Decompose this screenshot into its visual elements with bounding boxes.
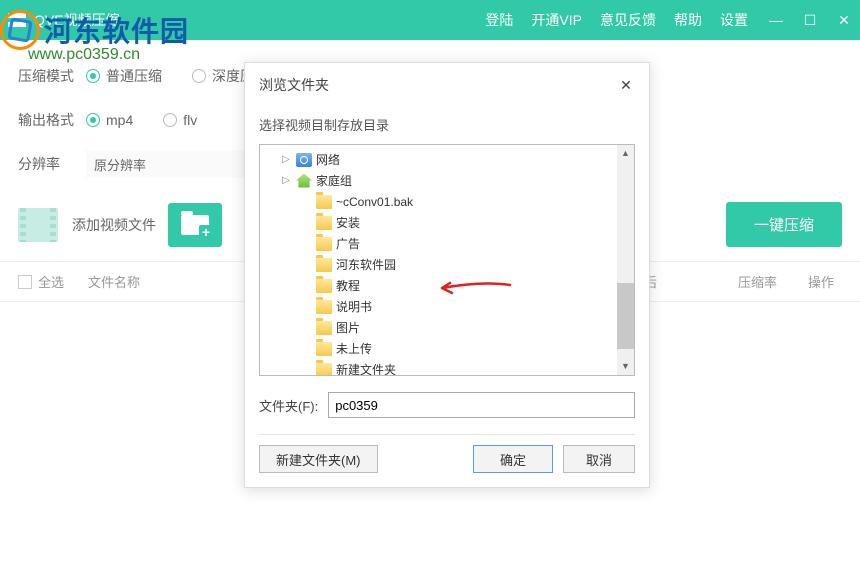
- browse-folder-dialog: 浏览文件夹 ✕ 选择视频目制存放目录 ▷网络 ▷家庭组 ~cConv01.bak…: [244, 62, 650, 488]
- ok-button[interactable]: 确定: [473, 445, 553, 473]
- folder-icon: [316, 363, 332, 377]
- folder-icon: [316, 342, 332, 356]
- dialog-close-icon[interactable]: ✕: [617, 76, 635, 94]
- new-folder-button[interactable]: 新建文件夹(M): [259, 445, 378, 473]
- folder-icon: [316, 237, 332, 251]
- tree-item-homegroup[interactable]: ▷家庭组: [260, 170, 634, 191]
- tree-scrollbar[interactable]: ▲ ▼: [617, 145, 634, 375]
- cancel-button[interactable]: 取消: [563, 445, 635, 473]
- tree-item-ad[interactable]: 广告: [260, 233, 634, 254]
- network-icon: [296, 153, 312, 167]
- tree-item-cconv[interactable]: ~cConv01.bak: [260, 191, 634, 212]
- dialog-subtitle: 选择视频目制存放目录: [245, 107, 649, 144]
- tree-item-network[interactable]: ▷网络: [260, 149, 634, 170]
- tree-item-newfolder[interactable]: 新建文件夹: [260, 359, 634, 376]
- folder-icon: [316, 300, 332, 314]
- scroll-thumb[interactable]: [617, 283, 634, 349]
- folder-icon: [316, 321, 332, 335]
- tree-item-tutorial[interactable]: 教程: [260, 275, 634, 296]
- folder-icon: [316, 195, 332, 209]
- folder-icon: [316, 279, 332, 293]
- scroll-up-icon[interactable]: ▲: [617, 145, 634, 162]
- folder-tree: ▷网络 ▷家庭组 ~cConv01.bak 安装 广告 河东软件园 教程 说明书…: [259, 144, 635, 376]
- tree-item-hedong[interactable]: 河东软件园: [260, 254, 634, 275]
- home-icon: [296, 174, 312, 188]
- modal-backdrop: 浏览文件夹 ✕ 选择视频目制存放目录 ▷网络 ▷家庭组 ~cConv01.bak…: [0, 0, 860, 580]
- tree-item-manual[interactable]: 说明书: [260, 296, 634, 317]
- folder-name-input[interactable]: [328, 392, 635, 418]
- tree-item-pictures[interactable]: 图片: [260, 317, 634, 338]
- folder-icon: [316, 258, 332, 272]
- folder-field-label: 文件夹(F):: [259, 396, 318, 415]
- tree-item-install[interactable]: 安装: [260, 212, 634, 233]
- dialog-title: 浏览文件夹: [259, 75, 329, 95]
- folder-icon: [316, 216, 332, 230]
- tree-item-not-uploaded[interactable]: 未上传: [260, 338, 634, 359]
- scroll-down-icon[interactable]: ▼: [617, 358, 634, 375]
